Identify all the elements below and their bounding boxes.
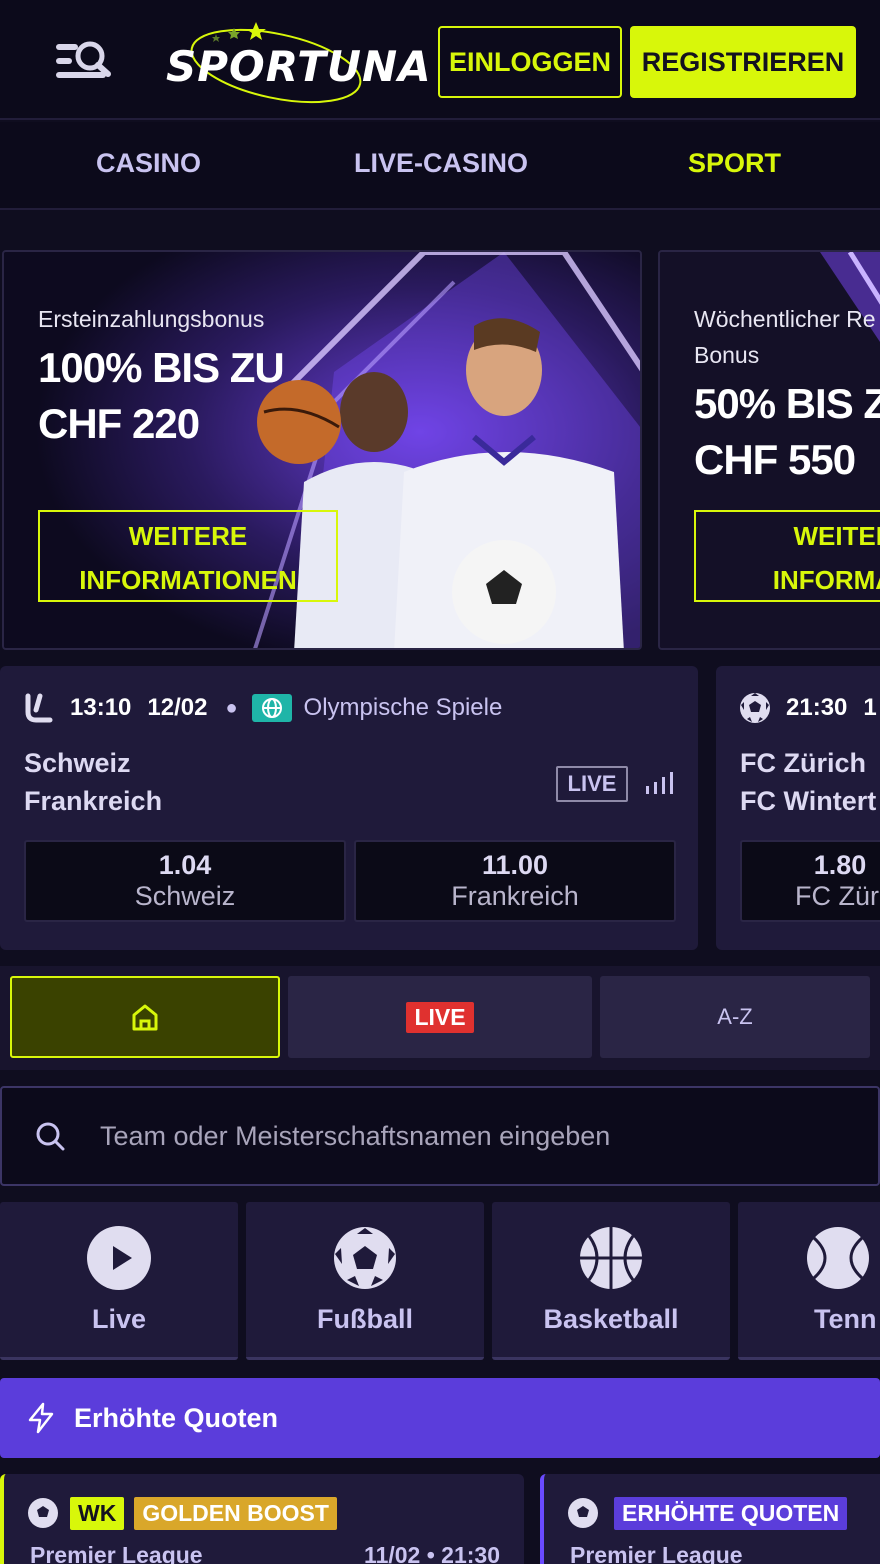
globe-icon [251,694,292,722]
odd-name: FC Züri [795,881,880,911]
promo-button-line1: WEITER [793,521,880,551]
tab-az-label: A-Z [717,1004,753,1029]
match-meta: 13:10 12/02 ● Olympische Spiele [22,692,502,724]
boost-title: Erhöhte Quoten [74,1402,278,1433]
promo-card-weekly-reload[interactable]: Wöchentlicher Re Bonus 50% BIS Z CHF 550… [658,250,880,650]
boost-card[interactable]: WK GOLDEN BOOST Premier League 11/02 • 2… [0,1474,524,1564]
boost-card-badges: ERHÖHTE QUOTEN [566,1496,848,1530]
sport-label: Live [91,1304,147,1334]
promo-button-line1: WEITERE [128,521,248,551]
soccer-ball-icon [334,1227,396,1289]
sport-label: Tenn [814,1304,877,1334]
search-icon [36,1122,65,1151]
boost-card-league: Premier League [570,1542,743,1564]
odd-button-away[interactable]: 11.00 Frankreich [354,840,676,922]
badge-golden-boost: GOLDEN BOOST [134,1496,337,1530]
match-date: 12/02 [147,694,208,721]
live-tag: LIVE [556,766,628,802]
sport-tile-live[interactable]: Live [0,1202,238,1360]
odd-value: 1.80 [813,850,867,880]
nav-casino[interactable]: CASINO [96,148,201,179]
tennis-ball-icon [807,1227,869,1289]
stats-icon[interactable] [644,770,676,796]
team-home: Schweiz [24,748,131,778]
soccer-ball-icon [568,1498,598,1528]
boost-card[interactable]: ERHÖHTE QUOTEN Premier League [540,1474,880,1564]
match-date: 1 [863,694,877,721]
boosted-odds-header[interactable]: Erhöhte Quoten [0,1378,880,1458]
meta-separator: ● [225,696,238,719]
sport-tile-football[interactable]: Fußball [246,1202,484,1360]
soccer-ball-icon [740,693,770,723]
boost-card-date: 11/02 • 21:30 [364,1542,500,1564]
promo-subtitle-line1: Wöchentlicher Re [694,306,876,332]
play-icon [87,1226,151,1290]
promo-title-line2: CHF 220 [38,400,200,447]
promo-title-line2: CHF 550 [694,436,856,483]
boost-card-league: Premier League [30,1542,203,1564]
match-competition: Olympische Spiele [303,694,503,721]
badge-boosted-odds: ERHÖHTE QUOTEN [614,1496,848,1530]
login-button[interactable]: EINLOGGEN [438,26,622,98]
promo-more-info-button[interactable]: WEITER INFORMATI [694,510,880,602]
soccer-ball-icon [28,1498,58,1528]
team-away: FC Wintert [740,786,877,816]
sportuna-logo[interactable]: SPORTUNA [166,14,431,108]
promo-more-info-button[interactable]: WEITERE INFORMATIONEN [38,510,338,602]
register-button[interactable]: REGISTRIEREN [630,26,856,98]
team-home: FC Zürich [740,748,866,778]
odd-button-home[interactable]: 1.04 Schweiz [24,840,346,922]
odd-name: Frankreich [451,881,579,911]
odd-button-home[interactable]: 1.80 FC Züri [740,840,880,922]
sport-tile-tennis[interactable]: Tenn [738,1202,880,1360]
basketball-icon [580,1227,642,1289]
badge-wk: WK [70,1496,125,1530]
search-bar [0,1086,880,1186]
home-icon [132,1004,158,1031]
match-meta: 21:30 1 [738,692,877,724]
promo-title-line1: 100% BIS ZU [38,344,285,391]
odd-value: 11.00 [481,850,549,880]
match-time: 21:30 [786,694,848,721]
team-away: Frankreich [24,786,163,816]
nav-live-casino[interactable]: LIVE-CASINO [354,148,528,179]
promo-button-line2: INFORMATIONEN [79,565,297,595]
main-nav: CASINO LIVE-CASINO SPORT [0,122,880,210]
sport-tabs: LIVE A-Z [0,966,880,1070]
promo-card-first-deposit[interactable]: Ersteinzahlungsbonus 100% BIS ZU CHF 220… [2,250,642,650]
hockey-stick-icon [25,693,53,723]
tab-live[interactable]: LIVE [288,976,592,1058]
promo-button-line2: INFORMATI [772,565,880,595]
logo-text: SPORTUNA [166,42,432,91]
match-time: 13:10 [70,694,132,721]
tab-home[interactable] [10,976,280,1058]
promo-subtitle-line2: Bonus [694,342,760,368]
nav-sport[interactable]: SPORT [688,148,781,179]
search-input[interactable] [100,1120,800,1152]
promo-subtitle: Ersteinzahlungsbonus [38,306,265,332]
odd-value: 1.04 [158,850,212,880]
top-header: SPORTUNA EINLOGGEN REGISTRIEREN [0,0,880,120]
sport-tile-basketball[interactable]: Basketball [492,1202,730,1360]
boost-card-badges: WK GOLDEN BOOST [26,1496,337,1530]
menu-search-icon[interactable] [52,38,114,86]
sport-label: Basketball [543,1304,679,1334]
live-badge: LIVE [406,1001,474,1033]
odd-name: Schweiz [134,881,236,911]
match-card[interactable]: 13:10 12/02 ● Olympische Spiele Schweiz … [0,666,698,950]
lightning-icon [28,1402,54,1434]
match-card[interactable]: 21:30 1 FC Zürich FC Wintert 1.80 FC Zür… [716,666,880,950]
sport-label: Fußball [317,1304,413,1334]
tab-a-z[interactable]: A-Z [600,976,870,1058]
promo-title-line1: 50% BIS Z [694,380,880,427]
